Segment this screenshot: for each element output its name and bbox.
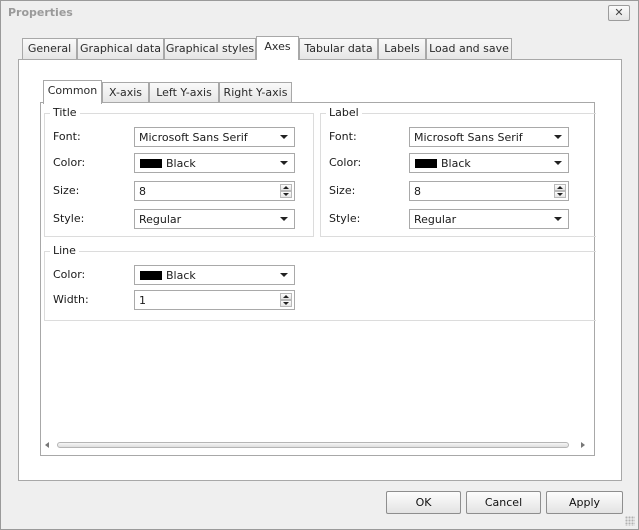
apply-button[interactable]: Apply [546, 491, 623, 514]
select-value: Regular [139, 213, 182, 226]
group-title: Line [50, 244, 79, 257]
common-tab-panel: Title Font: Microsoft Sans Serif Color: … [40, 102, 596, 456]
button-label: Apply [568, 496, 601, 509]
color-swatch [140, 271, 162, 280]
size-label: Size: [329, 184, 356, 197]
ok-button[interactable]: OK [386, 491, 461, 514]
window-title: Properties [8, 6, 73, 19]
spin-up-icon[interactable] [280, 184, 292, 191]
group-title: Title [50, 106, 80, 119]
select-value: Microsoft Sans Serif [139, 131, 248, 144]
button-label: Cancel [484, 496, 523, 509]
title-bar[interactable]: Properties ✕ [1, 1, 638, 25]
line-group: Line Color: Black Width: 1 [44, 244, 596, 321]
close-icon: ✕ [614, 6, 624, 19]
tab-load-and-save[interactable]: Load and save [426, 38, 512, 59]
group-title: Label [326, 106, 362, 119]
style-label: Style: [329, 212, 361, 225]
chevron-down-icon [554, 135, 562, 139]
color-label: Color: [53, 156, 86, 169]
width-label: Width: [53, 293, 89, 306]
title-style-select[interactable]: Regular [134, 209, 295, 229]
tab-label: Graphical data [80, 42, 161, 55]
chevron-down-icon [554, 217, 562, 221]
tab-common[interactable]: Common [43, 80, 102, 104]
tab-label: Common [47, 84, 98, 97]
tab-label: Right Y-axis [223, 86, 288, 99]
tab-x-axis[interactable]: X-axis [102, 82, 149, 103]
tab-label: Tabular data [304, 42, 373, 55]
tab-left-y-axis[interactable]: Left Y-axis [149, 82, 219, 103]
title-group: Title Font: Microsoft Sans Serif Color: … [44, 106, 314, 237]
size-label: Size: [53, 184, 80, 197]
font-label: Font: [329, 130, 357, 143]
tab-labels[interactable]: Labels [378, 38, 426, 59]
tab-right-y-axis[interactable]: Right Y-axis [219, 82, 292, 103]
spin-down-icon[interactable] [280, 300, 292, 307]
chevron-down-icon [554, 161, 562, 165]
style-label: Style: [53, 212, 85, 225]
label-style-select[interactable]: Regular [409, 209, 569, 229]
tab-label: Left Y-axis [156, 86, 212, 99]
axes-tab-panel: Common X-axis Left Y-axis Right Y-axis T… [18, 59, 622, 481]
tab-graphical-data[interactable]: Graphical data [77, 38, 164, 59]
select-value: Regular [414, 213, 457, 226]
label-size-stepper[interactable]: 8 [409, 181, 569, 201]
line-width-stepper[interactable]: 1 [134, 290, 295, 310]
horizontal-scrollbar[interactable] [41, 438, 591, 453]
select-value: Black [441, 157, 471, 170]
cancel-button[interactable]: Cancel [466, 491, 541, 514]
stepper-value: 8 [414, 185, 421, 198]
spin-up-icon[interactable] [280, 293, 292, 300]
stepper-value: 8 [139, 185, 146, 198]
chevron-down-icon [280, 273, 288, 277]
label-color-select[interactable]: Black [409, 153, 569, 173]
tab-axes[interactable]: Axes [256, 36, 299, 60]
tab-label: Load and save [429, 42, 509, 55]
properties-dialog: Properties ✕ General Graphical data Grap… [0, 0, 639, 530]
title-font-select[interactable]: Microsoft Sans Serif [134, 127, 295, 147]
color-label: Color: [53, 268, 86, 281]
color-swatch [415, 159, 437, 168]
title-size-stepper[interactable]: 8 [134, 181, 295, 201]
title-color-select[interactable]: Black [134, 153, 295, 173]
scroll-left-icon[interactable] [45, 442, 49, 448]
label-font-select[interactable]: Microsoft Sans Serif [409, 127, 569, 147]
chevron-down-icon [280, 135, 288, 139]
stepper-value: 1 [139, 294, 146, 307]
button-label: OK [415, 496, 432, 509]
color-label: Color: [329, 156, 362, 169]
chevron-down-icon [280, 217, 288, 221]
font-label: Font: [53, 130, 81, 143]
tab-label: General [27, 42, 72, 55]
spin-down-icon[interactable] [280, 191, 292, 198]
label-group: Label Font: Microsoft Sans Serif Color: … [320, 106, 596, 237]
tab-graphical-styles[interactable]: Graphical styles [164, 38, 256, 59]
tab-tabular-data[interactable]: Tabular data [299, 38, 378, 59]
tab-label: Axes [264, 40, 291, 53]
tab-label: Graphical styles [165, 42, 255, 55]
color-swatch [140, 159, 162, 168]
close-button[interactable]: ✕ [608, 5, 630, 21]
chevron-down-icon [280, 161, 288, 165]
select-value: Microsoft Sans Serif [414, 131, 523, 144]
tab-label: X-axis [109, 86, 142, 99]
scroll-right-icon[interactable] [581, 442, 585, 448]
tab-general[interactable]: General [22, 38, 77, 59]
spin-down-icon[interactable] [554, 191, 566, 198]
select-value: Black [166, 157, 196, 170]
spin-up-icon[interactable] [554, 184, 566, 191]
resize-grip-icon[interactable] [625, 516, 635, 526]
line-color-select[interactable]: Black [134, 265, 295, 285]
tab-label: Labels [384, 42, 420, 55]
scrollbar-thumb[interactable] [57, 442, 569, 448]
select-value: Black [166, 269, 196, 282]
